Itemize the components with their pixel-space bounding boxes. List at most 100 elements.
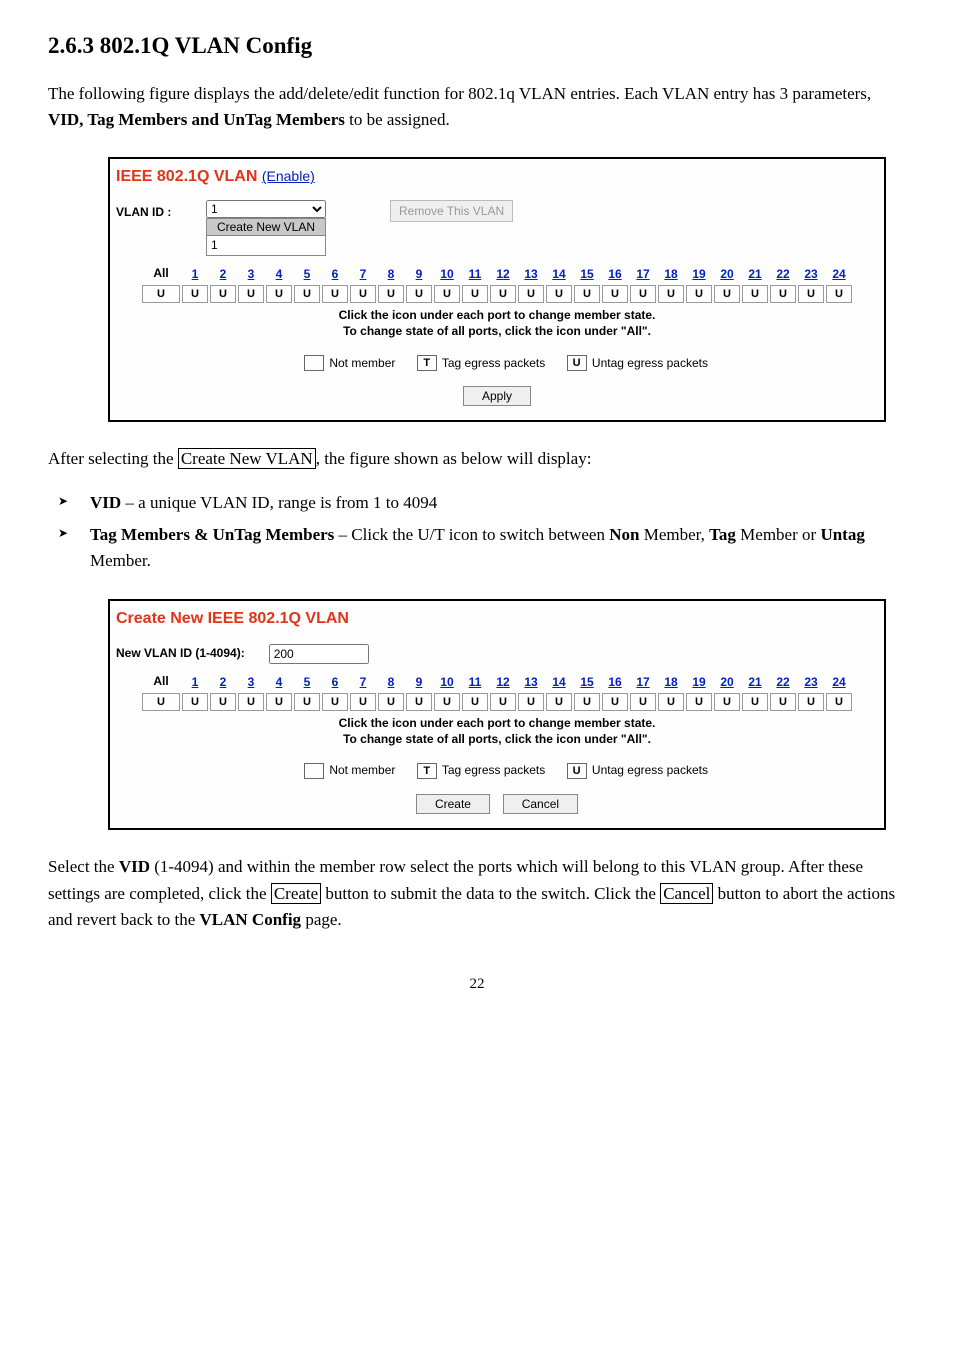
port-state-22[interactable]: U	[770, 285, 796, 303]
port-state-24[interactable]: U	[826, 285, 852, 303]
port-state-9[interactable]: U	[406, 693, 432, 711]
port-state-5[interactable]: U	[294, 693, 320, 711]
port-state-15[interactable]: U	[574, 285, 600, 303]
remove-vlan-button[interactable]: Remove This VLAN	[390, 200, 513, 222]
port-state-3[interactable]: U	[238, 693, 264, 711]
port-header-8[interactable]: 8	[377, 672, 405, 693]
port-header-23[interactable]: 23	[797, 672, 825, 693]
port-header-7[interactable]: 7	[349, 264, 377, 285]
port-header-16[interactable]: 16	[601, 264, 629, 285]
port-state-24[interactable]: U	[826, 693, 852, 711]
enable-link[interactable]: (Enable)	[262, 168, 315, 184]
port-state-2[interactable]: U	[210, 693, 236, 711]
port-state-14[interactable]: U	[546, 693, 572, 711]
port-header-22[interactable]: 22	[769, 264, 797, 285]
port-header-21[interactable]: 21	[741, 672, 769, 693]
port-header-20[interactable]: 20	[713, 672, 741, 693]
port-state-17[interactable]: U	[630, 285, 656, 303]
port-state-19[interactable]: U	[686, 285, 712, 303]
port-header-19[interactable]: 19	[685, 264, 713, 285]
port-state-16[interactable]: U	[602, 285, 628, 303]
port-state-16[interactable]: U	[602, 693, 628, 711]
port-state-20[interactable]: U	[714, 693, 740, 711]
new-vlan-id-input[interactable]	[269, 644, 369, 664]
port-state-9[interactable]: U	[406, 285, 432, 303]
port-header-16[interactable]: 16	[601, 672, 629, 693]
port-header-14[interactable]: 14	[545, 672, 573, 693]
port-state-8[interactable]: U	[378, 285, 404, 303]
port-header-14[interactable]: 14	[545, 264, 573, 285]
port-state-1[interactable]: U	[182, 693, 208, 711]
port-state-all[interactable]: U	[142, 285, 180, 303]
port-header-20[interactable]: 20	[713, 264, 741, 285]
port-header-18[interactable]: 18	[657, 672, 685, 693]
port-state-2[interactable]: U	[210, 285, 236, 303]
port-header-10[interactable]: 10	[433, 264, 461, 285]
port-state-6[interactable]: U	[322, 285, 348, 303]
port-header-4[interactable]: 4	[265, 264, 293, 285]
create-button[interactable]: Create	[416, 794, 490, 814]
apply-button[interactable]: Apply	[463, 386, 531, 406]
port-header-9[interactable]: 9	[405, 672, 433, 693]
port-header-2[interactable]: 2	[209, 264, 237, 285]
port-header-5[interactable]: 5	[293, 264, 321, 285]
port-header-9[interactable]: 9	[405, 264, 433, 285]
vlan-id-dropdown-option[interactable]: 1	[206, 236, 326, 256]
port-state-23[interactable]: U	[798, 693, 824, 711]
port-state-21[interactable]: U	[742, 693, 768, 711]
port-header-24[interactable]: 24	[825, 264, 853, 285]
port-state-3[interactable]: U	[238, 285, 264, 303]
vlan-id-select[interactable]: 1	[206, 200, 326, 218]
port-header-6[interactable]: 6	[321, 672, 349, 693]
port-state-13[interactable]: U	[518, 285, 544, 303]
port-header-11[interactable]: 11	[461, 264, 489, 285]
port-header-21[interactable]: 21	[741, 264, 769, 285]
port-state-18[interactable]: U	[658, 693, 684, 711]
port-header-17[interactable]: 17	[629, 672, 657, 693]
port-state-17[interactable]: U	[630, 693, 656, 711]
port-header-1[interactable]: 1	[181, 672, 209, 693]
port-state-10[interactable]: U	[434, 693, 460, 711]
port-state-14[interactable]: U	[546, 285, 572, 303]
port-header-24[interactable]: 24	[825, 672, 853, 693]
port-state-5[interactable]: U	[294, 285, 320, 303]
port-header-4[interactable]: 4	[265, 672, 293, 693]
port-header-12[interactable]: 12	[489, 672, 517, 693]
port-header-13[interactable]: 13	[517, 672, 545, 693]
port-header-13[interactable]: 13	[517, 264, 545, 285]
port-header-6[interactable]: 6	[321, 264, 349, 285]
port-state-4[interactable]: U	[266, 693, 292, 711]
port-state-23[interactable]: U	[798, 285, 824, 303]
create-new-vlan-button[interactable]: Create New VLAN	[206, 218, 326, 236]
port-header-3[interactable]: 3	[237, 672, 265, 693]
port-state-20[interactable]: U	[714, 285, 740, 303]
port-state-12[interactable]: U	[490, 285, 516, 303]
port-state-11[interactable]: U	[462, 285, 488, 303]
port-state-15[interactable]: U	[574, 693, 600, 711]
port-header-11[interactable]: 11	[461, 672, 489, 693]
cancel-button[interactable]: Cancel	[503, 794, 578, 814]
port-header-12[interactable]: 12	[489, 264, 517, 285]
port-header-23[interactable]: 23	[797, 264, 825, 285]
port-header-19[interactable]: 19	[685, 672, 713, 693]
port-header-8[interactable]: 8	[377, 264, 405, 285]
port-state-4[interactable]: U	[266, 285, 292, 303]
port-state-13[interactable]: U	[518, 693, 544, 711]
port-header-17[interactable]: 17	[629, 264, 657, 285]
port-state-all[interactable]: U	[142, 693, 180, 711]
port-state-7[interactable]: U	[350, 693, 376, 711]
port-header-7[interactable]: 7	[349, 672, 377, 693]
port-header-2[interactable]: 2	[209, 672, 237, 693]
port-header-1[interactable]: 1	[181, 264, 209, 285]
port-state-8[interactable]: U	[378, 693, 404, 711]
port-state-12[interactable]: U	[490, 693, 516, 711]
port-state-1[interactable]: U	[182, 285, 208, 303]
port-state-19[interactable]: U	[686, 693, 712, 711]
port-state-22[interactable]: U	[770, 693, 796, 711]
port-state-11[interactable]: U	[462, 693, 488, 711]
port-header-5[interactable]: 5	[293, 672, 321, 693]
port-state-10[interactable]: U	[434, 285, 460, 303]
port-header-18[interactable]: 18	[657, 264, 685, 285]
port-state-6[interactable]: U	[322, 693, 348, 711]
port-header-22[interactable]: 22	[769, 672, 797, 693]
